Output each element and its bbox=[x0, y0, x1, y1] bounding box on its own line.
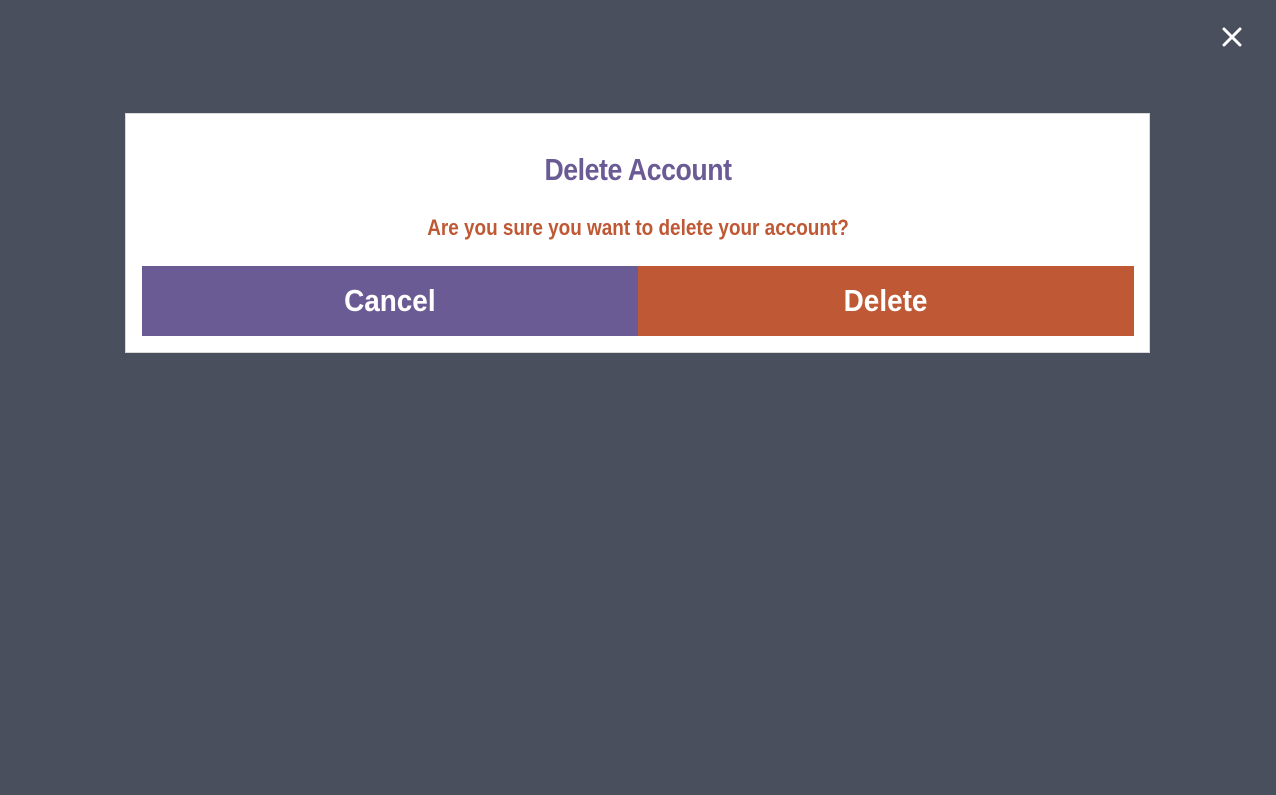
cancel-button-label: Cancel bbox=[344, 283, 436, 318]
delete-button[interactable]: Delete bbox=[638, 266, 1134, 336]
cancel-button[interactable]: Cancel bbox=[142, 266, 638, 336]
delete-button-label: Delete bbox=[844, 283, 928, 318]
dialog-title: Delete Account bbox=[544, 152, 732, 187]
close-icon bbox=[1222, 27, 1242, 47]
close-button[interactable] bbox=[1214, 19, 1250, 55]
dialog-message: Are you sure you want to delete your acc… bbox=[427, 215, 849, 240]
